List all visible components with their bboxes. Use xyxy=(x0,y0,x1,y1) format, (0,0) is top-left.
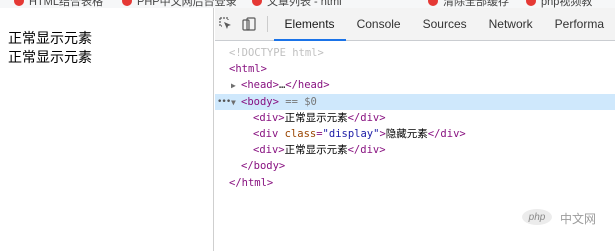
dom-tree: <!DOCTYPE html> <html> ▶ <head>…</head> •… xyxy=(215,41,615,191)
tab-network[interactable]: Network xyxy=(478,8,544,40)
bookmark-item[interactable]: 清除全部缓存 xyxy=(428,0,509,8)
dom-node-div[interactable]: <div>正常显示元素</div> xyxy=(215,142,615,158)
tab-elements[interactable]: Elements xyxy=(273,8,346,41)
collapse-arrow-icon[interactable]: ▼ xyxy=(231,95,241,111)
tab-console[interactable]: Console xyxy=(346,8,412,40)
selected-node-marker: == $0 xyxy=(285,95,317,108)
bookmarks-bar: HTML结合表格 PHP中文网后台登录 文章列表 - html 清除全部缓存 p… xyxy=(0,0,615,8)
dom-node-body[interactable]: ••• ▼ <body> == $0 xyxy=(215,93,615,111)
device-toggle-icon[interactable] xyxy=(238,8,261,40)
dom-node-html-close[interactable]: </html> xyxy=(215,175,615,191)
bookmark-label: 清除全部缓存 xyxy=(443,0,509,8)
dom-node-div[interactable]: <div>正常显示元素</div> xyxy=(215,110,615,126)
devtools-panel: Elements Console Sources Network Perform… xyxy=(215,8,615,251)
bookmark-item[interactable]: 文章列表 - html xyxy=(252,0,342,8)
watermark-text: 中文网 xyxy=(560,212,597,226)
bookmark-item[interactable]: PHP中文网后台登录 xyxy=(122,0,237,8)
dom-node-div-display[interactable]: <div class="display">隐藏元素</div> xyxy=(215,126,615,142)
page-text-line: 正常显示元素 xyxy=(8,50,92,66)
bookmark-favicon-icon xyxy=(252,0,262,6)
bookmark-label: PHP中文网后台登录 xyxy=(137,0,237,8)
bookmark-label: HTML结合表格 xyxy=(29,0,103,8)
page-viewport: 正常显示元素 正常显示元素 xyxy=(0,8,214,251)
tab-performance[interactable]: Performa xyxy=(544,8,615,40)
bookmark-item[interactable]: HTML结合表格 xyxy=(14,0,103,8)
bookmark-label: php视频教 xyxy=(541,0,593,8)
php-logo: php xyxy=(522,209,552,225)
dom-node-html[interactable]: <html> xyxy=(215,61,615,77)
bookmark-favicon-icon xyxy=(526,0,536,6)
expand-arrow-icon[interactable]: ▶ xyxy=(231,78,241,94)
dom-node-head[interactable]: ▶ <head>…</head> xyxy=(215,77,615,93)
bookmark-favicon-icon xyxy=(14,0,24,6)
devtools-toolbar: Elements Console Sources Network Perform… xyxy=(215,8,615,41)
bookmark-label: 文章列表 - html xyxy=(267,0,342,8)
bookmark-item[interactable]: php视频教 xyxy=(526,0,592,8)
toolbar-divider xyxy=(266,16,268,32)
dom-node-body-close[interactable]: </body> xyxy=(215,158,615,174)
bookmark-favicon-icon xyxy=(428,0,438,6)
tab-sources[interactable]: Sources xyxy=(412,8,478,40)
inspect-element-icon[interactable] xyxy=(215,8,238,40)
bookmark-favicon-icon xyxy=(122,0,132,6)
dom-node-doctype[interactable]: <!DOCTYPE html> xyxy=(215,45,615,61)
more-options-icon[interactable]: ••• xyxy=(217,94,231,110)
page-text-line: 正常显示元素 xyxy=(8,31,92,47)
